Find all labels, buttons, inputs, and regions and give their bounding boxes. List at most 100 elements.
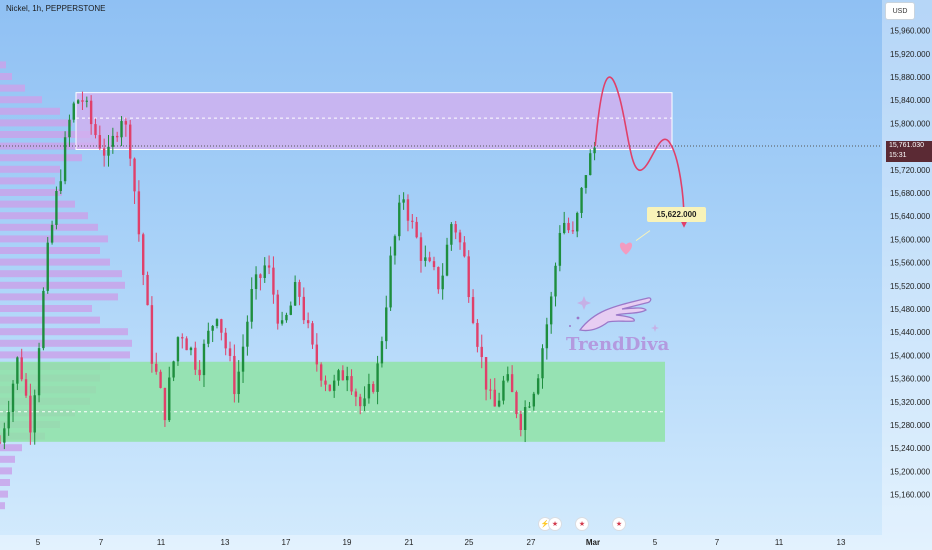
candle-body: [411, 220, 414, 222]
y-tick-label: 15,600.000: [890, 235, 931, 244]
candle-body: [445, 244, 449, 276]
candle-body: [50, 224, 54, 243]
candle-body: [72, 103, 75, 120]
candle-body: [567, 222, 570, 231]
trenddiva-logo-hand-icon: [569, 296, 659, 332]
x-tick-label: Mar: [586, 538, 600, 547]
y-tick-label: 15,800.000: [890, 119, 931, 128]
currency-button[interactable]: USD: [885, 2, 915, 20]
candle-body: [315, 344, 319, 365]
candle-body: [55, 190, 58, 225]
candle-body: [293, 282, 297, 306]
candle-body: [24, 379, 28, 396]
x-tick-label: 27: [527, 538, 536, 547]
symbol-title[interactable]: Nickel, 1h, PEPPERSTONE: [6, 4, 105, 13]
candle-body: [458, 232, 462, 243]
volume-profile-bar: [0, 154, 82, 162]
candle-body: [129, 124, 132, 159]
candle-body: [402, 199, 405, 203]
resistance-zone[interactable]: [75, 92, 673, 151]
candle-body: [359, 396, 362, 407]
candle-body: [0, 442, 2, 444]
candle-body: [168, 377, 171, 421]
candle-body: [150, 305, 154, 364]
candle-body: [228, 348, 232, 356]
candle-body: [332, 380, 336, 391]
candle-body: [419, 237, 423, 261]
us-flag-icon[interactable]: ★: [548, 517, 562, 531]
candle-body: [120, 121, 123, 138]
volume-profile-bar: [0, 247, 100, 254]
candle-body: [124, 121, 128, 125]
candle-body: [471, 297, 475, 323]
volume-profile-bar: [0, 177, 55, 185]
time-axis-panel[interactable]: [0, 535, 882, 550]
x-tick-label: 7: [99, 538, 104, 547]
candle-body: [532, 393, 536, 407]
candle-body: [393, 236, 397, 256]
volume-profile-bar: [0, 270, 122, 278]
candle-body: [337, 370, 340, 381]
candle-body: [263, 265, 266, 278]
candle-body: [593, 147, 596, 154]
candle-body: [385, 307, 388, 342]
candle-body: [510, 374, 514, 393]
candle-body: [437, 267, 440, 290]
volume-profile-bar: [0, 328, 128, 336]
candle-body: [376, 363, 379, 392]
y-tick-label: 15,520.000: [890, 282, 931, 291]
candle-body: [515, 392, 518, 415]
x-tick-label: 7: [715, 538, 720, 547]
candle-body: [467, 256, 470, 298]
candle-body: [450, 224, 453, 245]
candle-body: [484, 357, 488, 390]
candle-body: [111, 135, 115, 147]
candle-body: [311, 323, 314, 345]
candle-body: [176, 337, 180, 362]
volume-profile-bar: [0, 305, 92, 312]
candle-body: [576, 212, 579, 232]
us-flag-icon[interactable]: ★: [612, 517, 626, 531]
candle-body: [506, 374, 509, 381]
candle-body: [246, 321, 249, 347]
candle-body: [350, 376, 353, 392]
y-tick-label: 15,840.000: [890, 96, 931, 105]
candle-body: [259, 274, 262, 278]
target-price-label[interactable]: 15,622.000: [647, 207, 706, 222]
us-flag-icon[interactable]: ★: [575, 517, 589, 531]
price-chart[interactable]: 15,160.000 15,200.000 15,240.000 15,280.000…: [0, 0, 932, 550]
candle-body: [454, 224, 457, 233]
candle-body: [94, 124, 97, 136]
candle-body: [272, 267, 275, 295]
volume-profile-bar: [0, 61, 6, 69]
candle-body: [76, 100, 80, 104]
candle-body: [237, 371, 240, 395]
volume-profile-bar: [0, 107, 60, 115]
candle-body: [159, 371, 162, 388]
candle-body: [523, 407, 527, 430]
candle-body: [354, 391, 358, 397]
candle-body: [20, 357, 23, 380]
target-connector: [635, 230, 651, 242]
candle-body: [319, 364, 323, 381]
candle-body: [7, 412, 10, 429]
x-tick-label: 13: [221, 538, 230, 547]
y-tick-label: 15,920.000: [890, 50, 931, 59]
chart-window: 15,160.000 15,200.000 15,240.000 15,280.000…: [0, 0, 932, 550]
candle-body: [536, 378, 540, 394]
x-tick-label: 11: [157, 538, 166, 547]
candle-body: [341, 370, 345, 381]
candle-body: [289, 305, 292, 315]
candle-body: [42, 290, 45, 349]
candle-body: [424, 257, 427, 261]
volume-profile-bar: [0, 455, 15, 463]
candle-body: [46, 242, 49, 291]
support-zone[interactable]: [0, 361, 665, 442]
candle-body: [224, 332, 227, 349]
x-tick-label: 21: [405, 538, 414, 547]
candle-body: [519, 414, 522, 430]
candle-body: [59, 181, 62, 191]
candle-body: [194, 347, 197, 370]
y-tick-label: 15,160.000: [890, 491, 931, 500]
candle-body: [81, 100, 84, 102]
